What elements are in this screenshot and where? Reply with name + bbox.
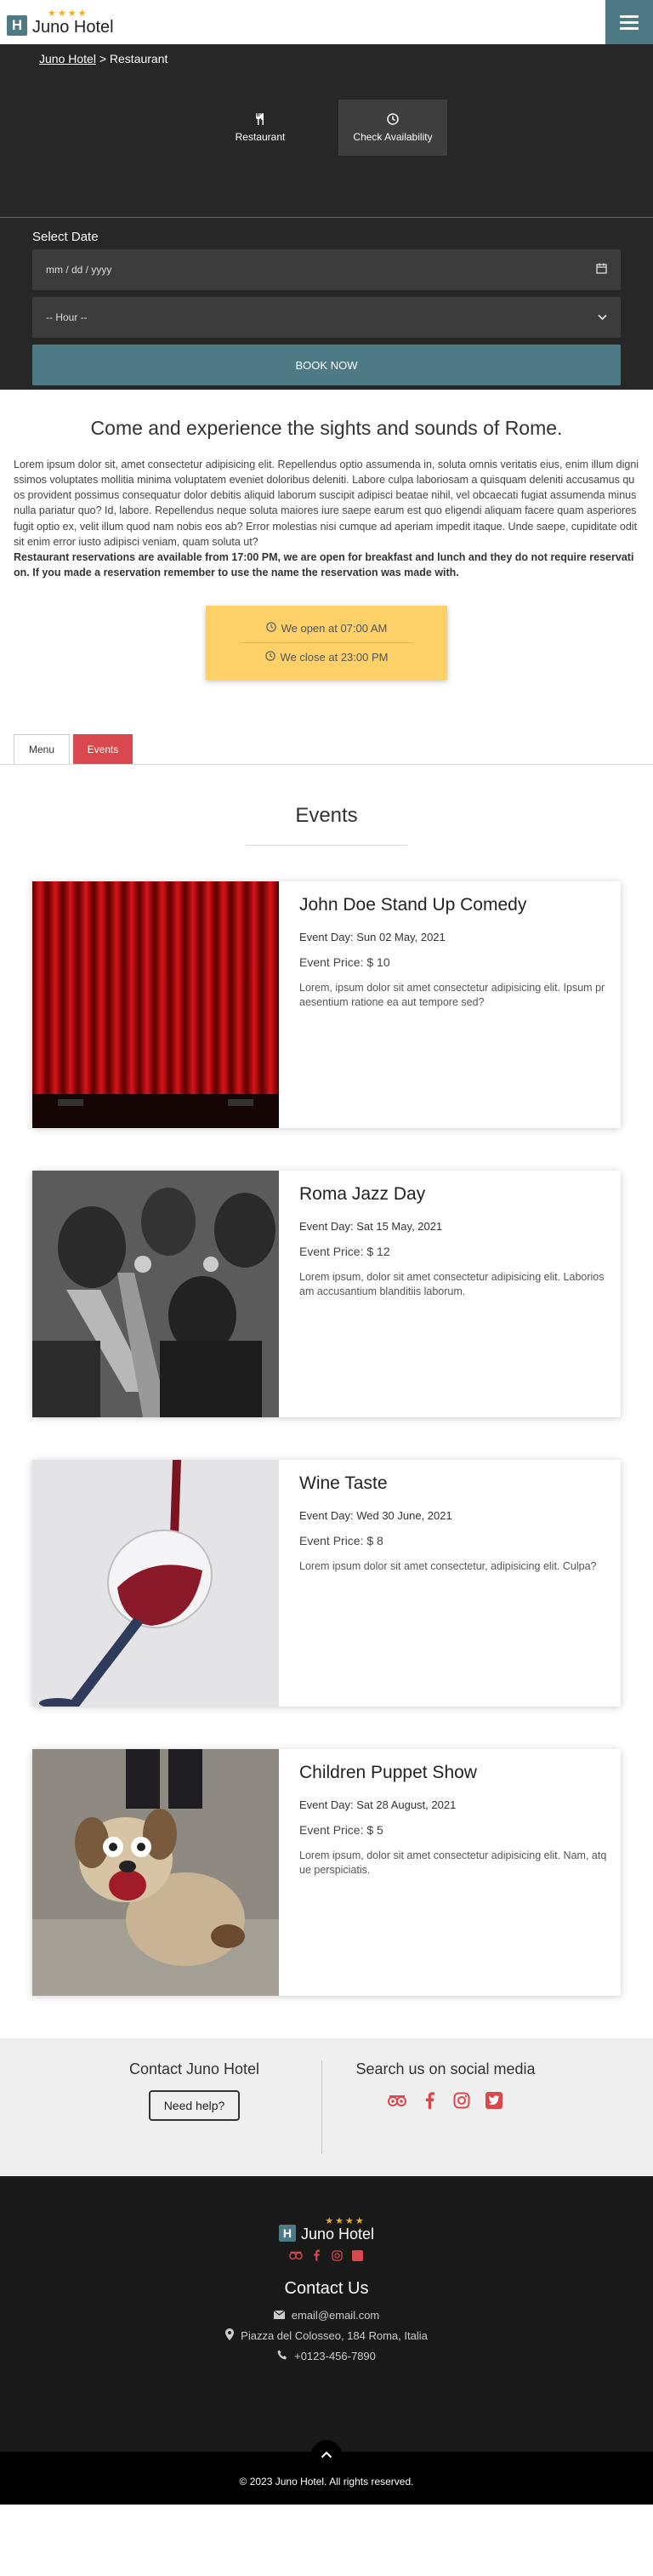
event-card[interactable]: Children Puppet Show Event Day: Sat 28 A… — [32, 1749, 621, 1996]
event-title: Wine Taste — [299, 1473, 388, 1493]
clock-icon — [264, 651, 275, 664]
select-date-label: Select Date — [32, 230, 99, 244]
bottom-bar: © 2023 Juno Hotel. All rights reserved. — [0, 2440, 653, 2505]
need-help-button[interactable]: Need help? — [148, 2089, 241, 2121]
tab-restaurant-label: Restaurant — [235, 130, 286, 143]
hamburger-menu-button[interactable] — [605, 0, 653, 44]
footer-phone[interactable]: +0123-456-7890 — [0, 2350, 653, 2362]
close-time: We close at 23:00 PM — [280, 651, 389, 664]
tab-check-availability[interactable]: Check Availability — [338, 100, 447, 156]
social-title: Search us on social media — [355, 2060, 536, 2077]
instagram-icon[interactable] — [330, 2248, 344, 2262]
tripadvisor-icon[interactable] — [387, 2090, 407, 2111]
chevron-down-icon — [598, 311, 607, 323]
facebook-icon[interactable] — [309, 2248, 323, 2262]
brand-logo[interactable]: H ★★★★ Juno Hotel — [7, 9, 114, 36]
date-input[interactable]: mm / dd / yyyy — [32, 249, 621, 290]
reservation-note: Restaurant reservations are available fr… — [14, 550, 634, 578]
footer-brand-name: Juno Hotel — [300, 2226, 375, 2243]
footer-address: Piazza del Colosseo, 184 Roma, Italia — [0, 2328, 653, 2343]
event-day: Event Day: Sun 02 May, 2021 — [299, 931, 446, 943]
tab-menu[interactable]: Menu — [14, 734, 70, 764]
event-description: Lorem ipsum, dolor sit amet consectetur … — [299, 1849, 607, 1876]
instagram-icon[interactable] — [451, 2090, 472, 2111]
hotel-h-icon: H — [7, 14, 27, 36]
events-heading: Events — [295, 804, 358, 827]
footer: H ★★★★ Juno Hotel Contact Us email@email… — [0, 2176, 653, 2452]
footer-brand[interactable]: H ★★★★ Juno Hotel — [0, 2176, 653, 2242]
hero-section: Juno Hotel > Restaurant Restaurant Check… — [0, 44, 653, 390]
booking-form: Select Date mm / dd / yyyy -- Hour -- BO… — [32, 230, 621, 385]
divider — [246, 845, 407, 846]
contact-title: Contact Juno Hotel — [128, 2060, 260, 2077]
open-time: We open at 07:00 AM — [281, 622, 388, 635]
intro-paragraph: Lorem ipsum dolor sit, amet consectetur … — [14, 459, 639, 548]
envelope-icon — [273, 2310, 286, 2322]
content-tabs: Menu Events — [0, 734, 653, 765]
divider — [0, 217, 653, 218]
breadcrumb-current: Restaurant — [109, 52, 168, 66]
event-price: Event Price: $ 10 — [299, 955, 390, 969]
breadcrumb: Juno Hotel > Restaurant — [39, 52, 168, 66]
event-card[interactable]: John Doe Stand Up Comedy Event Day: Sun … — [32, 881, 621, 1128]
opening-hours-box: We open at 07:00 AM We close at 23:00 PM — [206, 606, 447, 680]
hotel-h-icon: H — [278, 2225, 296, 2242]
clock-icon — [265, 622, 276, 635]
event-description: Lorem ipsum, dolor sit amet consectetur … — [299, 1271, 605, 1297]
footer-contact-title: Contact Us — [284, 2279, 369, 2298]
tab-events[interactable]: Events — [73, 734, 133, 764]
breadcrumb-home-link[interactable]: Juno Hotel — [39, 52, 96, 66]
event-image-dog-puppet — [32, 1749, 279, 1996]
twitter-icon[interactable] — [350, 2248, 364, 2262]
event-price: Event Price: $ 5 — [299, 1823, 383, 1837]
intro-title: Come and experience the sights and sound… — [90, 417, 563, 439]
event-image-red-curtain — [32, 881, 279, 1128]
clock-icon — [387, 112, 399, 128]
hamburger-icon — [620, 14, 639, 18]
footer-email[interactable]: email@email.com — [0, 2309, 653, 2322]
back-to-top-button[interactable] — [311, 2440, 342, 2471]
event-title: Roma Jazz Day — [299, 1184, 426, 1204]
event-price: Event Price: $ 12 — [299, 1245, 390, 1258]
event-image-wine-glass — [32, 1460, 279, 1707]
event-card[interactable]: Roma Jazz Day Event Day: Sat 15 May, 202… — [32, 1171, 621, 1417]
brand-name: Juno Hotel — [32, 17, 114, 37]
contact-section: Contact Juno Hotel Need help? Search us … — [0, 2038, 653, 2176]
event-description: Lorem, ipsum dolor sit amet consectetur … — [299, 982, 605, 1008]
top-navbar: H ★★★★ Juno Hotel — [0, 0, 653, 44]
event-day: Event Day: Sat 15 May, 2021 — [299, 1220, 443, 1233]
hour-select[interactable]: -- Hour -- — [32, 297, 621, 338]
twitter-icon[interactable] — [484, 2090, 504, 2111]
book-now-button[interactable]: BOOK NOW — [32, 345, 621, 385]
event-day: Event Day: Sat 28 August, 2021 — [299, 1798, 457, 1811]
event-image-jazz-mural — [32, 1171, 279, 1417]
calendar-icon[interactable] — [596, 263, 607, 276]
event-title: John Doe Stand Up Comedy — [299, 895, 527, 915]
event-title: Children Puppet Show — [299, 1763, 477, 1782]
event-card[interactable]: Wine Taste Event Day: Wed 30 June, 2021 … — [32, 1460, 621, 1707]
utensils-icon — [254, 112, 266, 128]
tab-restaurant[interactable]: Restaurant — [206, 100, 315, 156]
facebook-icon[interactable] — [419, 2090, 440, 2111]
event-day: Event Day: Wed 30 June, 2021 — [299, 1509, 452, 1522]
phone-icon — [277, 2350, 287, 2362]
tripadvisor-icon[interactable] — [289, 2248, 303, 2262]
tab-check-availability-label: Check Availability — [353, 130, 433, 143]
map-pin-icon — [225, 2328, 235, 2343]
event-price: Event Price: $ 8 — [299, 1534, 383, 1547]
chevron-up-icon — [321, 2448, 332, 2463]
star-rating-icon: ★★★★ — [48, 8, 88, 19]
event-description: Lorem ipsum dolor sit amet consectetur, … — [299, 1560, 597, 1572]
